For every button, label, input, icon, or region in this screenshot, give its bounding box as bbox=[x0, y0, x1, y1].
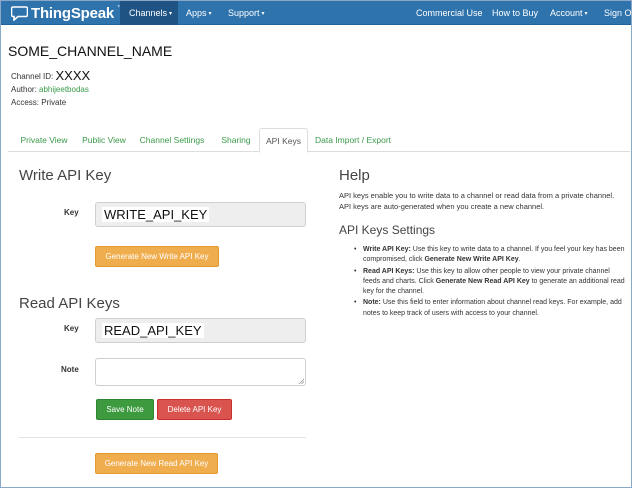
write-api-key-heading: Write API Key bbox=[19, 167, 112, 184]
help-term-write: Write API Key: bbox=[363, 246, 411, 253]
nav-apps[interactable]: Apps ▾ bbox=[186, 1, 212, 25]
help-term-note: Note: bbox=[363, 299, 381, 307]
section-divider bbox=[19, 437, 306, 438]
tab-channel-settings[interactable]: Channel Settings bbox=[134, 128, 210, 152]
nav-how-to-buy-label: How to Buy bbox=[492, 8, 539, 18]
help-settings-list: Write API Key: Use this key to write dat… bbox=[353, 245, 625, 320]
tab-api-keys[interactable]: API Keys bbox=[259, 128, 308, 153]
chevron-down-icon: ▾ bbox=[169, 11, 173, 17]
tab-public-view[interactable]: Public View bbox=[76, 128, 132, 152]
brand-logo[interactable]: ThingSpeak ™ bbox=[11, 3, 123, 23]
nav-commercial-use[interactable]: Commercial Use bbox=[416, 1, 483, 25]
nav-commercial-use-label: Commercial Use bbox=[416, 8, 483, 18]
help-text-note: Use this field to enter information abou… bbox=[363, 299, 622, 317]
top-navbar: ThingSpeak ™ Channels▾ Apps▾ Support▾ Co… bbox=[1, 1, 632, 25]
channel-tabs: Private View Public View Channel Setting… bbox=[8, 128, 630, 153]
read-api-keys-heading: Read API Keys bbox=[19, 295, 120, 312]
thingspeak-logo-icon bbox=[11, 5, 28, 21]
help-heading: Help bbox=[339, 167, 370, 184]
resize-grip-icon[interactable] bbox=[298, 378, 304, 384]
note-label: Note bbox=[61, 365, 79, 374]
write-key-label: Key bbox=[64, 208, 79, 217]
nav-channels[interactable]: Channels ▾ bbox=[120, 1, 178, 25]
nav-sign-out-label: Sign Ou bbox=[604, 8, 632, 18]
nav-support[interactable]: Support ▾ bbox=[228, 1, 265, 25]
read-key-label: Key bbox=[64, 324, 79, 333]
author-label: Author: bbox=[11, 85, 37, 94]
chevron-down-icon: ▾ bbox=[584, 11, 588, 17]
author-row: Author: abhijeetbodas bbox=[11, 85, 89, 94]
chevron-down-icon: ▾ bbox=[261, 11, 265, 17]
api-keys-settings-heading: API Keys Settings bbox=[339, 223, 436, 237]
nav-channels-label: Channels bbox=[129, 8, 168, 18]
nav-apps-label: Apps bbox=[186, 8, 207, 18]
channel-id-value: XXXX bbox=[55, 68, 91, 83]
list-item: Read API Keys: Use this key to allow oth… bbox=[353, 267, 625, 298]
help-action-write: Generate New Write API Key bbox=[424, 256, 519, 264]
window-frame bbox=[0, 0, 632, 488]
help-term-read: Read API Keys: bbox=[363, 267, 415, 275]
access-label: Access: bbox=[11, 98, 40, 107]
read-api-key-value: READ_API_KEY bbox=[102, 323, 204, 338]
tab-data-import-export[interactable]: Data Import / Export bbox=[311, 128, 395, 152]
nav-support-label: Support bbox=[228, 8, 260, 18]
nav-sign-out[interactable]: Sign Ou bbox=[604, 1, 632, 25]
delete-api-key-button[interactable]: Delete API Key bbox=[157, 399, 232, 420]
read-api-key-field[interactable]: READ_API_KEY bbox=[95, 318, 306, 343]
author-link[interactable]: abhijeetbodas bbox=[39, 85, 89, 94]
note-textarea[interactable] bbox=[95, 358, 306, 386]
write-api-key-value: WRITE_API_KEY bbox=[102, 207, 210, 222]
list-item: Note: Use this field to enter informatio… bbox=[353, 298, 625, 319]
help-tail-write: . bbox=[518, 256, 521, 264]
channel-id-label: Channel ID: bbox=[11, 72, 54, 81]
brand-name: ThingSpeak bbox=[31, 4, 115, 22]
save-note-button[interactable]: Save Note bbox=[96, 399, 154, 420]
help-intro: API keys enable you to write data to a c… bbox=[339, 191, 615, 211]
nav-account-label: Account bbox=[550, 8, 583, 18]
write-api-key-field[interactable]: WRITE_API_KEY bbox=[95, 202, 306, 227]
page-title: SOME_CHANNEL_NAME bbox=[8, 43, 173, 59]
access-row: Access: Private bbox=[11, 98, 66, 107]
help-action-read: Generate New Read API Key bbox=[435, 277, 530, 285]
access-value: Private bbox=[41, 98, 67, 107]
chevron-down-icon: ▾ bbox=[208, 11, 212, 17]
channel-id-row: Channel ID: XXXX bbox=[11, 68, 90, 83]
nav-account[interactable]: Account ▾ bbox=[550, 1, 588, 25]
generate-read-key-button[interactable]: Generate New Read API Key bbox=[95, 453, 218, 474]
tab-sharing[interactable]: Sharing bbox=[214, 128, 258, 152]
tab-private-view[interactable]: Private View bbox=[11, 128, 77, 152]
nav-how-to-buy[interactable]: How to Buy bbox=[492, 1, 538, 25]
generate-write-key-button[interactable]: Generate New Write API Key bbox=[95, 246, 219, 267]
list-item: Write API Key: Use this key to write dat… bbox=[353, 245, 625, 266]
